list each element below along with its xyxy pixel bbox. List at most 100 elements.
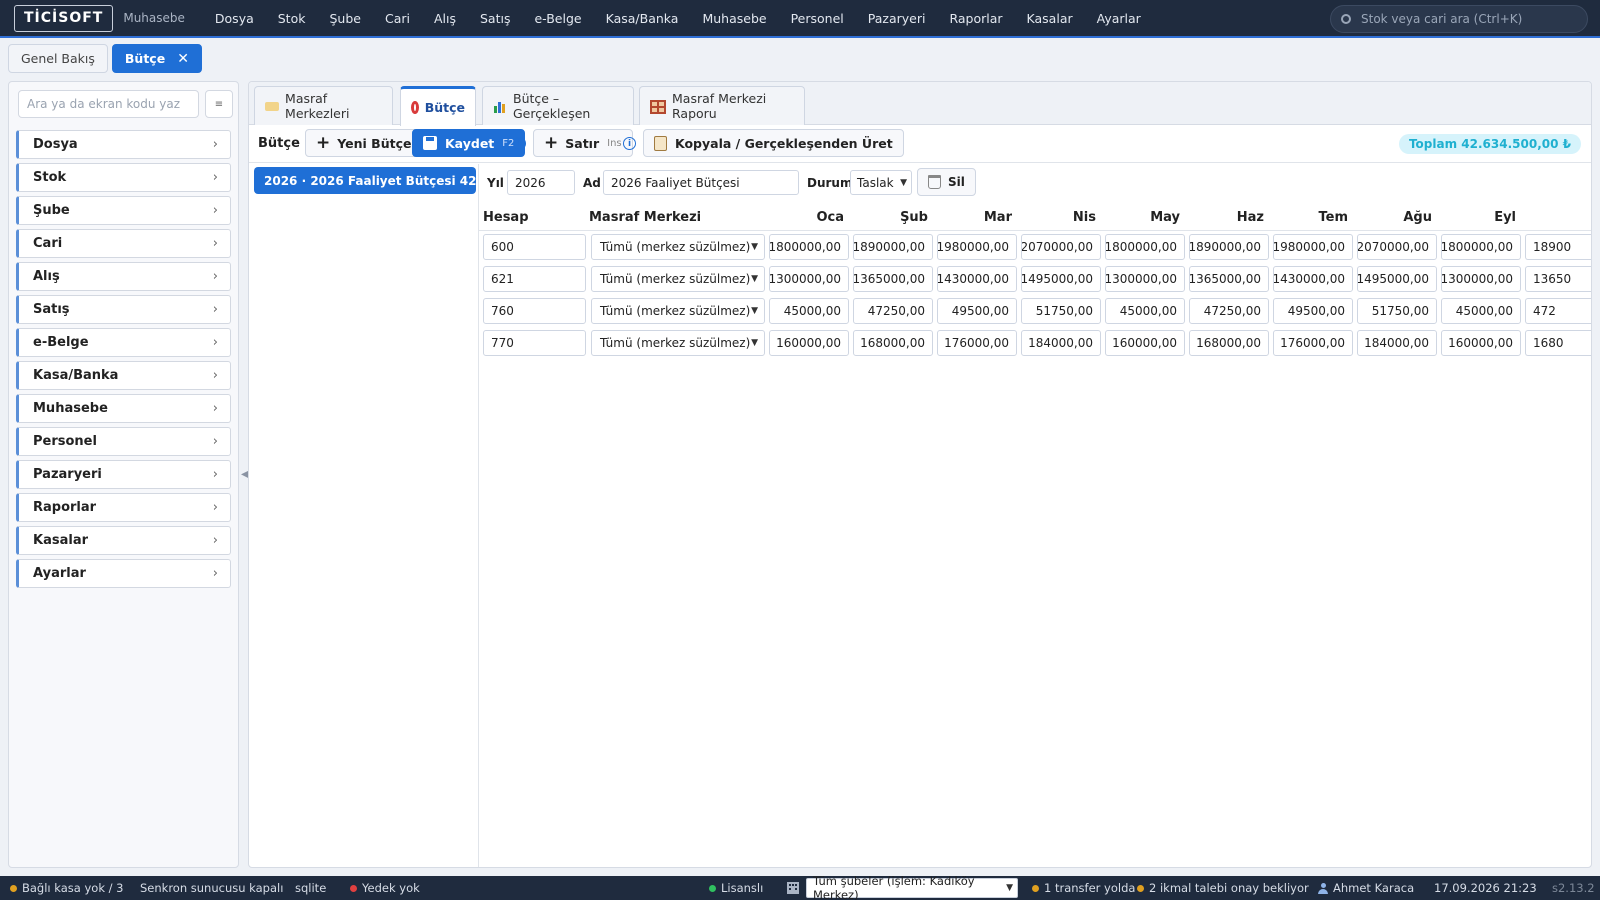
new-budget-button[interactable]: + Yeni Bütçe [305, 129, 423, 157]
sidebar-item-cari[interactable]: Cari › [16, 229, 231, 258]
sidebar-item-satis[interactable]: Satış › [16, 295, 231, 324]
month-amount-input[interactable]: 51750,00 [1021, 298, 1101, 324]
month-amount-input[interactable]: 1430000,00 [1273, 266, 1353, 292]
copy-generate-button[interactable]: Kopyala / Gerçekleşenden Üret [643, 129, 904, 157]
month-amount-input[interactable]: 184000,00 [1357, 330, 1437, 356]
month-amount-input[interactable]: 184000,00 [1021, 330, 1101, 356]
tab-genel-bakis[interactable]: Genel Bakış [8, 44, 108, 73]
account-input[interactable]: 600 [483, 234, 586, 260]
tab-masraf-merkezi-raporu[interactable]: Masraf Merkezi Raporu [639, 86, 805, 125]
menu-personel[interactable]: Personel [779, 11, 856, 26]
month-amount-input[interactable]: 160000,00 [1441, 330, 1521, 356]
year-input[interactable]: 2026 [507, 170, 575, 195]
month-amount-input[interactable]: 1890000,00 [1189, 234, 1269, 260]
month-amount-input[interactable]: 47250,00 [1189, 298, 1269, 324]
sidebar-item-muhasebe[interactable]: Muhasebe › [16, 394, 231, 423]
cost-center-select[interactable]: Tümü (merkez süzülmez) ▼ [591, 234, 765, 260]
month-amount-input[interactable]: 1430000,00 [937, 266, 1017, 292]
sidebar-item-ayarlar[interactable]: Ayarlar › [16, 559, 231, 588]
month-amount-input[interactable]: 1300000,00 [1105, 266, 1185, 292]
tab-masraf-merkezleri[interactable]: Masraf Merkezleri [254, 86, 393, 125]
month-amount-input[interactable]: 2070000,00 [1021, 234, 1101, 260]
menu-alis[interactable]: Alış [422, 11, 468, 26]
month-amount-input[interactable]: 49500,00 [1273, 298, 1353, 324]
menu-sube[interactable]: Şube [317, 11, 372, 26]
month-amount-input[interactable]: 176000,00 [1273, 330, 1353, 356]
month-amount-input[interactable]: 472 [1525, 298, 1591, 324]
month-amount-input[interactable]: 1495000,00 [1021, 266, 1101, 292]
month-amount-input[interactable]: 1300000,00 [769, 266, 849, 292]
month-amount-input[interactable]: 1365000,00 [1189, 266, 1269, 292]
menu-stok[interactable]: Stok [266, 11, 318, 26]
month-amount-input[interactable]: 18900 [1525, 234, 1591, 260]
save-button[interactable]: Kaydet F2 [412, 129, 526, 157]
sidebar-item-pazaryeri[interactable]: Pazaryeri › [16, 460, 231, 489]
account-input[interactable]: 770 [483, 330, 586, 356]
month-amount-input[interactable]: 160000,00 [1105, 330, 1185, 356]
sidebar-search-input[interactable]: Ara ya da ekran kodu yaz [18, 90, 199, 118]
global-search-input[interactable]: Stok veya cari ara (Ctrl+K) [1330, 5, 1588, 33]
month-amount-input[interactable]: 51750,00 [1357, 298, 1437, 324]
month-amount-input[interactable]: 13650 [1525, 266, 1591, 292]
cost-center-select[interactable]: Tümü (merkez süzülmez) ▼ [591, 266, 765, 292]
user-status[interactable]: Ahmet Karaca [1318, 881, 1414, 895]
status-select[interactable]: Taslak ▼ [850, 170, 912, 195]
month-amount-input[interactable]: 1365000,00 [853, 266, 933, 292]
month-amount-input[interactable]: 49500,00 [937, 298, 1017, 324]
month-amount-input[interactable]: 160000,00 [769, 330, 849, 356]
sidebar-item-personel[interactable]: Personel › [16, 427, 231, 456]
sidebar-item-kasa-banka[interactable]: Kasa/Banka › [16, 361, 231, 390]
menu-kasa-banka[interactable]: Kasa/Banka [594, 11, 691, 26]
month-amount-input[interactable]: 1300000,00 [1441, 266, 1521, 292]
month-amount-input[interactable]: 1800000,00 [1441, 234, 1521, 260]
cost-center-select[interactable]: Tümü (merkez süzülmez) ▼ [591, 330, 765, 356]
budget-list-item[interactable]: 2026 · 2026 Faaliyet Bütçesi 42.634.500,… [254, 167, 476, 194]
menu-muhasebe[interactable]: Muhasebe [690, 11, 778, 26]
tab-butce[interactable]: Bütçe ✕ [111, 44, 202, 73]
month-amount-input[interactable]: 45000,00 [769, 298, 849, 324]
menu-pazaryeri[interactable]: Pazaryeri [856, 11, 938, 26]
month-amount-input[interactable]: 168000,00 [1189, 330, 1269, 356]
month-amount-input[interactable]: 1980000,00 [1273, 234, 1353, 260]
account-input[interactable]: 760 [483, 298, 586, 324]
menu-cari[interactable]: Cari [373, 11, 422, 26]
month-amount-input[interactable]: 1800000,00 [769, 234, 849, 260]
app-logo[interactable]: TİCİSOFT [14, 4, 114, 32]
delete-button[interactable]: Sil [917, 168, 976, 196]
pending-status[interactable]: 2 ikmal talebi onay bekliyor [1137, 881, 1309, 895]
month-amount-input[interactable]: 1800000,00 [1105, 234, 1185, 260]
tab-butce-gerceklesen[interactable]: Bütçe – Gerçekleşen [482, 86, 634, 125]
sidebar-item-raporlar[interactable]: Raporlar › [16, 493, 231, 522]
branch-select[interactable]: Tüm şubeler (işlem: Kadıköy Merkez) ▼ [806, 874, 1018, 900]
month-amount-input[interactable]: 45000,00 [1105, 298, 1185, 324]
account-input[interactable]: 621 [483, 266, 586, 292]
sidebar-item-dosya[interactable]: Dosya › [16, 130, 231, 159]
sidebar-item-alis[interactable]: Alış › [16, 262, 231, 291]
month-amount-input[interactable]: 47250,00 [853, 298, 933, 324]
menu-raporlar[interactable]: Raporlar [937, 11, 1014, 26]
sidebar-item-kasalar[interactable]: Kasalar › [16, 526, 231, 555]
sidebar-item-stok[interactable]: Stok › [16, 163, 231, 192]
sidebar-item-sube[interactable]: Şube › [16, 196, 231, 225]
month-amount-input[interactable]: 45000,00 [1441, 298, 1521, 324]
name-input[interactable]: 2026 Faaliyet Bütçesi [603, 170, 799, 195]
month-amount-input[interactable]: 168000,00 [853, 330, 933, 356]
info-icon[interactable]: i [513, 137, 526, 150]
tab-butce-module[interactable]: Bütçe [400, 86, 476, 126]
month-amount-input[interactable]: 176000,00 [937, 330, 1017, 356]
menu-ayarlar[interactable]: Ayarlar [1085, 11, 1153, 26]
menu-dosya[interactable]: Dosya [203, 11, 266, 26]
month-amount-input[interactable]: 2070000,00 [1357, 234, 1437, 260]
sidebar-item-ebelge[interactable]: e-Belge › [16, 328, 231, 357]
month-amount-input[interactable]: 1495000,00 [1357, 266, 1437, 292]
info-icon[interactable]: i [623, 137, 636, 150]
month-amount-input[interactable]: 1980000,00 [937, 234, 1017, 260]
cost-center-select[interactable]: Tümü (merkez süzülmez) ▼ [591, 298, 765, 324]
month-amount-input[interactable]: 1890000,00 [853, 234, 933, 260]
add-row-button[interactable]: + Satır Ins [533, 129, 633, 157]
menu-kasalar[interactable]: Kasalar [1015, 11, 1085, 26]
menu-toggle-button[interactable]: ≡ [205, 90, 233, 118]
menu-ebelge[interactable]: e-Belge [522, 11, 593, 26]
month-amount-input[interactable]: 1680 [1525, 330, 1591, 356]
transfer-status[interactable]: 1 transfer yolda [1032, 881, 1135, 895]
